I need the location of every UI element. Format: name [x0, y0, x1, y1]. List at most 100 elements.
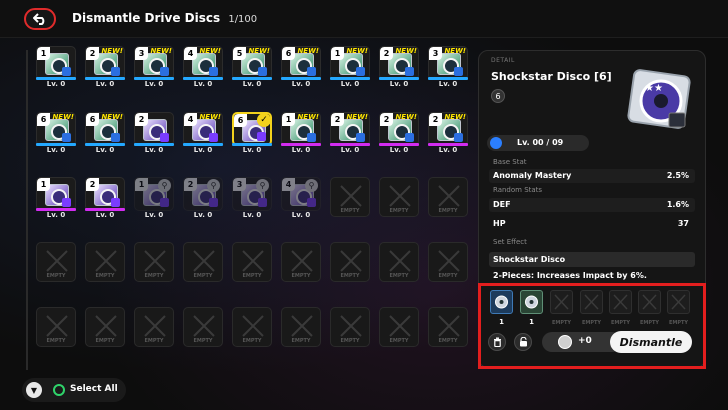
empty-x-icon [95, 315, 117, 337]
empty-disc-slot[interactable]: EMPTY [330, 177, 370, 219]
disc-tier: 1 [331, 47, 344, 60]
drive-disc-icon: 6 ✓ [232, 112, 272, 146]
drive-disc-slot[interactable]: 6 ✓ Lv. 0 [232, 112, 272, 154]
empty-slot-frame: EMPTY [330, 307, 370, 347]
disc-tier: 4 [184, 47, 197, 60]
empty-disc-slot[interactable]: EMPTY [379, 242, 419, 284]
empty-disc-slot[interactable]: EMPTY [85, 242, 125, 284]
drive-disc-slot[interactable]: 4 NEW! Lv. 0 [183, 46, 223, 88]
new-badge: NEW! [199, 47, 221, 55]
empty-disc-slot[interactable]: EMPTY [281, 307, 321, 349]
empty-slot-label: EMPTY [389, 273, 409, 279]
top-bar: Dismantle Drive Discs 1/100 [0, 0, 728, 38]
empty-disc-slot[interactable]: EMPTY [281, 242, 321, 284]
empty-slot-frame: EMPTY [428, 307, 468, 347]
new-badge: NEW! [101, 47, 123, 55]
disc-slot-tag-icon [258, 198, 267, 207]
drive-disc-slot[interactable]: 3 ⚲ Lv. 0 [232, 177, 272, 219]
empty-disc-slot[interactable]: EMPTY [428, 307, 468, 349]
drive-disc-icon: 4 NEW! [183, 112, 223, 146]
empty-disc-slot[interactable]: EMPTY [379, 307, 419, 349]
drive-disc-icon: 2 NEW! [85, 46, 125, 80]
drive-disc-slot[interactable]: 6 NEW! Lv. 0 [36, 112, 76, 154]
disc-level: Lv. 0 [438, 146, 458, 154]
random-stat-name: DEF [493, 200, 511, 209]
disc-tier: 2 [380, 47, 393, 60]
empty-disc-slot[interactable]: EMPTY [330, 307, 370, 349]
page-title-text: Dismantle Drive Discs [72, 11, 221, 25]
drive-disc-slot[interactable]: 4 NEW! Lv. 0 [183, 112, 223, 154]
drive-disc-icon: 2 NEW! [379, 46, 419, 80]
drive-disc-icon: 2 ⚲ [183, 177, 223, 211]
disc-tier: 1 [135, 178, 148, 191]
select-all-control[interactable]: ▼ Select All [22, 378, 126, 402]
drive-disc-slot[interactable]: 2 NEW! Lv. 0 [85, 46, 125, 88]
drive-disc-slot[interactable]: 2 NEW! Lv. 0 [379, 46, 419, 88]
disc-level: Lv. 0 [95, 211, 115, 219]
drive-disc-slot[interactable]: 2 ⚲ Lv. 0 [183, 177, 223, 219]
disc-level: Lv. 0 [242, 211, 262, 219]
drive-disc-icon: 4 NEW! [183, 46, 223, 80]
disc-level: Lv. 0 [340, 146, 360, 154]
empty-disc-slot[interactable]: EMPTY [232, 307, 272, 349]
drive-disc-slot[interactable]: 2 NEW! Lv. 0 [330, 112, 370, 154]
drive-disc-slot[interactable]: 1 Lv. 0 [36, 46, 76, 88]
base-stat-value: 2.5% [666, 171, 689, 180]
base-stat-row: Anomaly Mastery 2.5% [489, 169, 695, 183]
disc-tier: 2 [331, 113, 344, 126]
disc-tier: 2 [429, 113, 442, 126]
base-stat-label: Base Stat [493, 158, 527, 166]
empty-disc-slot[interactable]: EMPTY [36, 307, 76, 349]
drive-disc-slot[interactable]: 3 NEW! Lv. 0 [428, 46, 468, 88]
drive-disc-icon: 6 NEW! [281, 46, 321, 80]
empty-disc-slot[interactable]: EMPTY [428, 242, 468, 284]
empty-disc-slot[interactable]: EMPTY [36, 242, 76, 284]
empty-disc-slot[interactable]: EMPTY [134, 307, 174, 349]
scrollbar[interactable] [26, 50, 28, 370]
drive-disc-slot[interactable]: 6 NEW! Lv. 0 [281, 46, 321, 88]
drive-disc-slot[interactable]: 2 NEW! Lv. 0 [379, 112, 419, 154]
disc-slot-tag-icon [62, 198, 71, 207]
set-effect-description: 2-Pieces: Increases Impact by 6%. [493, 271, 647, 280]
disc-tier: 6 [282, 47, 295, 60]
empty-disc-slot[interactable]: EMPTY [330, 242, 370, 284]
random-stats-label: Random Stats [493, 186, 543, 194]
disc-level: Lv. 0 [144, 211, 164, 219]
disc-slot-tag-icon [209, 133, 218, 142]
drive-disc-slot[interactable]: 1 NEW! Lv. 0 [330, 46, 370, 88]
drive-disc-slot[interactable]: 1 ⚲ Lv. 0 [134, 177, 174, 219]
empty-disc-slot[interactable]: EMPTY [134, 242, 174, 284]
disc-tier: 4 [184, 113, 197, 126]
empty-x-icon [242, 315, 264, 337]
drive-disc-slot[interactable]: 1 NEW! Lv. 0 [281, 112, 321, 154]
disc-level: Lv. 0 [291, 146, 311, 154]
new-badge: NEW! [346, 47, 368, 55]
empty-disc-slot[interactable]: EMPTY [183, 307, 223, 349]
disc-tier: 2 [135, 113, 148, 126]
drive-disc-icon: 2 NEW! [379, 112, 419, 146]
circle-button-icon [53, 384, 65, 396]
drive-disc-slot[interactable]: 6 NEW! Lv. 0 [85, 112, 125, 154]
empty-disc-slot[interactable]: EMPTY [232, 242, 272, 284]
disc-slot-tag-icon [160, 133, 169, 142]
empty-disc-slot[interactable]: EMPTY [428, 177, 468, 219]
new-badge: NEW! [444, 47, 466, 55]
empty-slot-frame: EMPTY [36, 307, 76, 347]
drive-disc-slot[interactable]: 1 Lv. 0 [36, 177, 76, 219]
drive-disc-slot[interactable]: 2 Lv. 0 [85, 177, 125, 219]
empty-slot-frame: EMPTY [85, 242, 125, 282]
drive-disc-slot[interactable]: 3 NEW! Lv. 0 [134, 46, 174, 88]
drive-disc-slot[interactable]: 2 Lv. 0 [134, 112, 174, 154]
drive-disc-icon: 1 ⚲ [134, 177, 174, 211]
back-button[interactable] [24, 8, 56, 30]
empty-slot-frame: EMPTY [281, 307, 321, 347]
disc-level: Lv. 0 [291, 80, 311, 88]
empty-x-icon [46, 315, 68, 337]
drive-disc-slot[interactable]: 2 NEW! Lv. 0 [428, 112, 468, 154]
empty-disc-slot[interactable]: EMPTY [85, 307, 125, 349]
empty-disc-slot[interactable]: EMPTY [183, 242, 223, 284]
drive-disc-slot[interactable]: 5 NEW! Lv. 0 [232, 46, 272, 88]
empty-disc-slot[interactable]: EMPTY [379, 177, 419, 219]
drive-disc-slot[interactable]: 4 ⚲ Lv. 0 [281, 177, 321, 219]
disc-slot-tag-icon [454, 133, 463, 142]
